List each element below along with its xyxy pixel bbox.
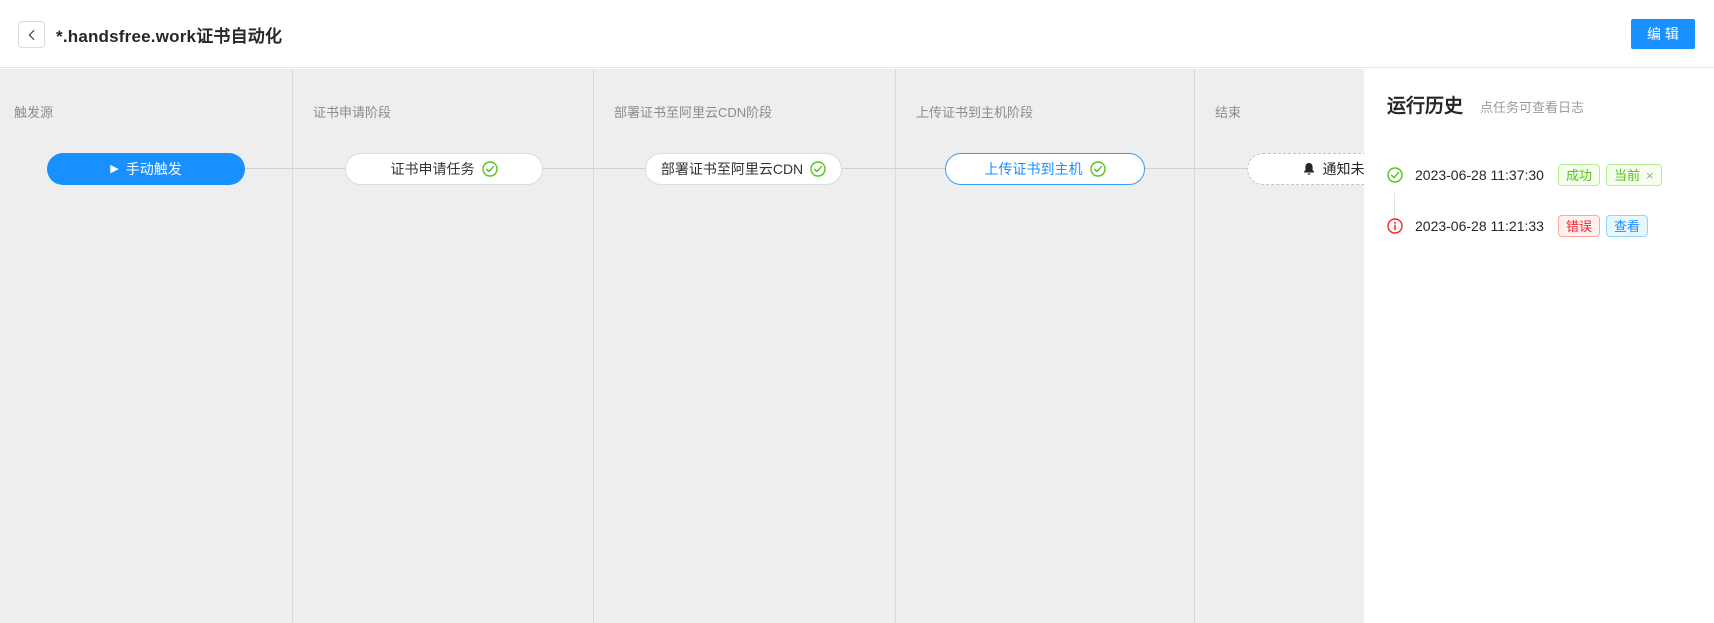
- current-run-badge: 当前 ×: [1606, 164, 1662, 186]
- node-label: 手动触发: [126, 159, 182, 179]
- stage-label: 证书申请阶段: [313, 102, 391, 121]
- run-history-title: 运行历史: [1387, 91, 1463, 118]
- back-button[interactable]: [18, 21, 45, 48]
- run-history-panel: 运行历史 点任务可查看日志 2023-06-28 11:37:30 成功 当前 …: [1364, 69, 1714, 623]
- node-label: 证书申请任务: [391, 159, 475, 179]
- chevron-left-icon: [25, 28, 39, 42]
- manual-trigger-button[interactable]: ▶ 手动触发: [47, 153, 245, 185]
- run-timestamp: 2023-06-28 11:37:30: [1415, 167, 1544, 183]
- current-badge-label: 当前: [1614, 169, 1640, 182]
- check-circle-icon: [1090, 161, 1106, 177]
- task-cert-apply[interactable]: 证书申请任务: [345, 153, 543, 185]
- success-circle-icon: [1387, 167, 1403, 183]
- view-log-label: 查看: [1614, 220, 1640, 233]
- run-history-hint: 点任务可查看日志: [1480, 97, 1584, 116]
- stage-label: 部署证书至阿里云CDN阶段: [614, 102, 772, 121]
- status-badge-success: 成功: [1558, 164, 1600, 186]
- close-icon[interactable]: ×: [1646, 169, 1654, 182]
- stage-label: 上传证书到主机阶段: [916, 102, 1033, 121]
- check-circle-icon: [810, 161, 826, 177]
- run-entry[interactable]: 2023-06-28 11:37:30 成功 当前 ×: [1387, 164, 1662, 186]
- page-header: *.handsfree.work证书自动化 编 辑: [0, 0, 1714, 68]
- run-history-header: 运行历史 点任务可查看日志: [1387, 91, 1584, 118]
- stage-label: 结束: [1215, 102, 1241, 121]
- status-badge-error: 错误: [1558, 215, 1600, 237]
- task-deploy-cdn[interactable]: 部署证书至阿里云CDN: [645, 153, 842, 185]
- status-badge-label: 成功: [1566, 169, 1592, 182]
- run-timestamp: 2023-06-28 11:21:33: [1415, 218, 1544, 234]
- run-entry[interactable]: 2023-06-28 11:21:33 错误 查看: [1387, 215, 1648, 237]
- edit-button[interactable]: 编 辑: [1631, 19, 1695, 49]
- node-label: 上传证书到主机: [985, 159, 1083, 179]
- node-label: 部署证书至阿里云CDN: [661, 159, 803, 179]
- error-circle-icon: [1387, 218, 1403, 234]
- view-log-button[interactable]: 查看: [1606, 215, 1648, 237]
- check-circle-icon: [482, 161, 498, 177]
- page-title: *.handsfree.work证书自动化: [56, 22, 282, 47]
- play-icon: ▶: [110, 164, 118, 175]
- task-upload-host[interactable]: 上传证书到主机: [945, 153, 1145, 185]
- certificate-automation-page: *.handsfree.work证书自动化 编 辑 触发源 证书申请阶段 部署证…: [0, 0, 1714, 623]
- bell-icon: [1302, 162, 1316, 176]
- stage-label: 触发源: [14, 102, 53, 121]
- status-badge-label: 错误: [1566, 220, 1592, 233]
